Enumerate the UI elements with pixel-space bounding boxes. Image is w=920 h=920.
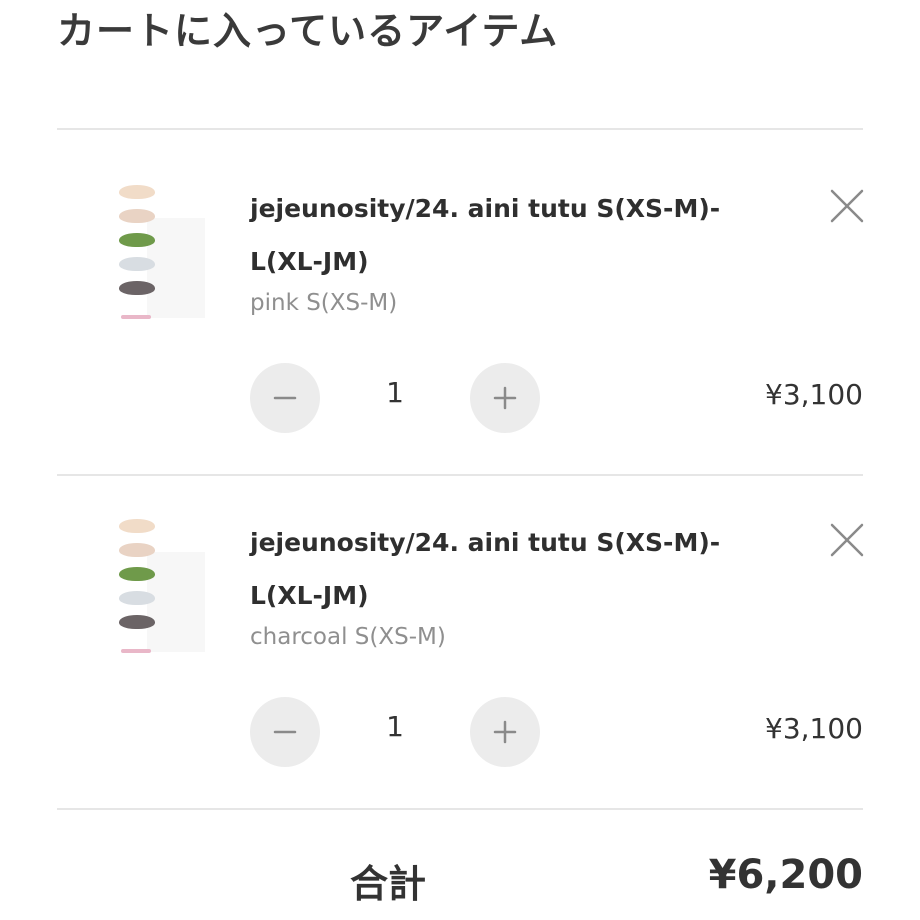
product-name[interactable]: jejeunosity/24. aini tutu S(XS-M)-L(XL-J… (250, 182, 770, 288)
cart-page: カートに入っているアイテム jejeunosity/24. aini tutu … (0, 0, 920, 920)
plus-icon (493, 386, 517, 410)
item-price: ¥3,100 (765, 712, 863, 745)
decrease-quantity-button[interactable] (250, 363, 320, 433)
increase-quantity-button[interactable] (470, 697, 540, 767)
product-thumbnail[interactable] (107, 519, 207, 664)
product-variant: pink S(XS-M) (250, 290, 398, 316)
quantity-value: 1 (386, 710, 404, 743)
item-price: ¥3,100 (765, 378, 863, 411)
close-icon (830, 189, 864, 223)
close-icon (830, 523, 864, 557)
plus-icon (493, 720, 517, 744)
decrease-quantity-button[interactable] (250, 697, 320, 767)
remove-item-button[interactable] (829, 522, 865, 558)
page-title: カートに入っているアイテム (57, 9, 559, 53)
remove-item-button[interactable] (829, 188, 865, 224)
minus-icon (273, 396, 297, 400)
cart-item: jejeunosity/24. aini tutu S(XS-M)-L(XL-J… (57, 130, 865, 470)
total-amount: ¥6,200 (708, 852, 863, 898)
product-thumbnail[interactable] (107, 185, 207, 330)
total-label: 合計 (350, 862, 427, 906)
product-name[interactable]: jejeunosity/24. aini tutu S(XS-M)-L(XL-J… (250, 516, 770, 622)
product-variant: charcoal S(XS-M) (250, 624, 446, 650)
quantity-value: 1 (386, 376, 404, 409)
cart-item: jejeunosity/24. aini tutu S(XS-M)-L(XL-J… (57, 464, 865, 804)
minus-icon (273, 730, 297, 734)
increase-quantity-button[interactable] (470, 363, 540, 433)
divider (57, 808, 863, 810)
